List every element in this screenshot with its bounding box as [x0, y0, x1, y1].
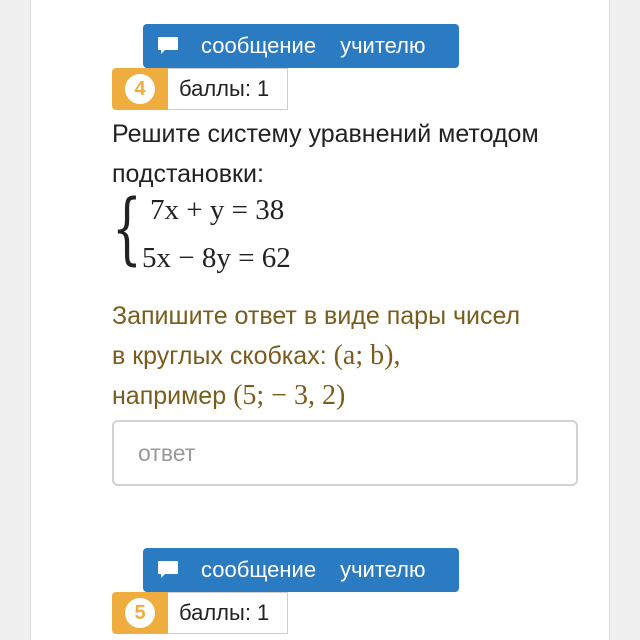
message-button-label-2: учителю: [340, 557, 426, 582]
equation-1: 7x + y = 38: [150, 194, 285, 226]
hint-line-2-text: в круглых скобках:: [112, 342, 334, 370]
message-teacher-button[interactable]: сообщение учителю: [143, 24, 459, 68]
hint-example-value: (5; − 3, 2): [233, 380, 346, 411]
task-number-badge-2: 5: [112, 592, 168, 634]
message-button-label-2: учителю: [340, 33, 426, 58]
equation-system: { 7x + y = 38 5x − 8y = 62: [112, 184, 372, 278]
message-button-label: сообщение: [201, 557, 317, 582]
speech-bubble-icon: [158, 561, 178, 578]
task-number-2: 5: [125, 598, 155, 628]
message-teacher-button-2[interactable]: сообщение учителю: [143, 548, 459, 592]
task-number-badge: 4: [112, 68, 168, 110]
hint-line-2: в круглых скобках: (a; b),: [112, 336, 602, 376]
hint-line-3-text: например: [112, 382, 234, 410]
equation-2: 5x − 8y = 62: [142, 242, 291, 274]
message-button-label: сообщение: [201, 33, 317, 58]
hint-line-3: например (5; − 3, 2): [112, 376, 602, 416]
answer-format-hint: Запишите ответ в виде пары чисел в кругл…: [112, 296, 602, 416]
task-number: 4: [125, 74, 155, 104]
hint-line-1: Запишите ответ в виде пары чисел: [112, 302, 521, 330]
system-brace: {: [112, 184, 142, 274]
points-label-2: баллы: 1: [168, 592, 288, 634]
answer-input[interactable]: [112, 420, 578, 486]
hint-format-example: (a; b),: [333, 340, 401, 371]
points-label: баллы: 1: [168, 68, 288, 110]
task-question: Решите систему уравнений методом подстан…: [112, 120, 539, 188]
speech-bubble-icon: [158, 37, 178, 54]
